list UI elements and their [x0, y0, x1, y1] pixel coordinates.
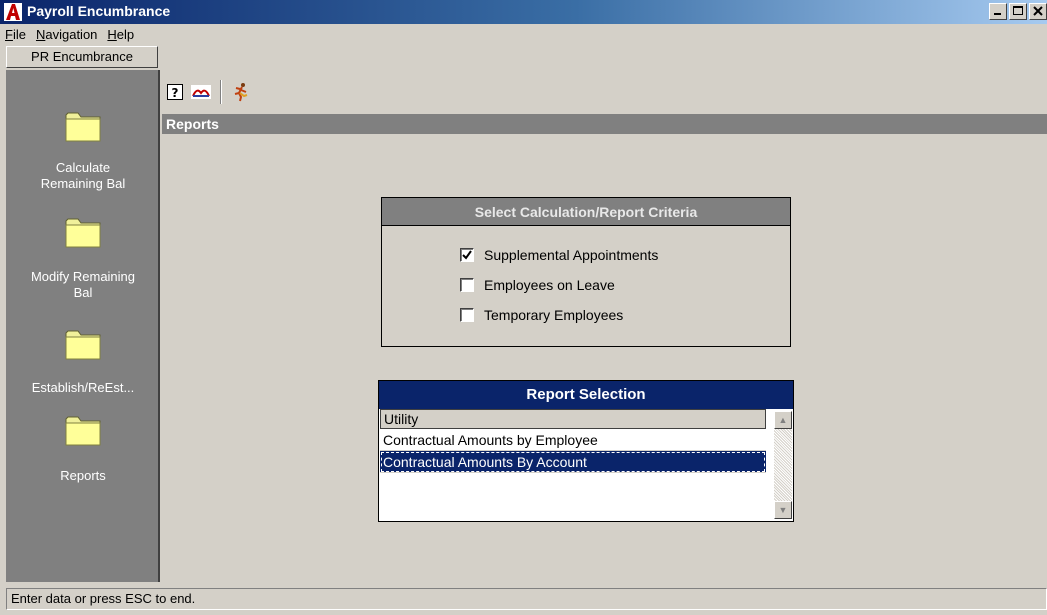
- menu-navigation[interactable]: Navigation: [31, 27, 102, 42]
- sidebar-item-label: Reports: [60, 468, 106, 483]
- window-controls: [989, 3, 1047, 20]
- checkmark-icon: [462, 250, 472, 260]
- menu-bar: File Navigation Help: [0, 24, 1047, 44]
- app-logo-icon: [4, 3, 22, 21]
- menu-navigation-label: Navigation: [35, 26, 98, 42]
- list-item-selected[interactable]: Contractual Amounts By Account: [380, 451, 766, 473]
- column-header-utility[interactable]: Utility: [380, 409, 766, 429]
- menu-file-label: File: [5, 26, 26, 42]
- exit-runner-icon[interactable]: [230, 81, 252, 103]
- folder-icon: [65, 330, 101, 360]
- maximize-icon[interactable]: [1009, 3, 1027, 20]
- scroll-down-icon[interactable]: ▼: [774, 501, 792, 519]
- menu-help[interactable]: Help: [102, 27, 139, 42]
- report-selection-title: Report Selection: [379, 381, 793, 409]
- list-item[interactable]: Contractual Amounts by Employee: [380, 429, 766, 451]
- checkbox-employees-on-leave[interactable]: [460, 278, 474, 292]
- window-title: Payroll Encumbrance: [27, 3, 171, 19]
- sidebar-tab-pr-encumbrance[interactable]: PR Encumbrance: [6, 46, 158, 68]
- sidebar-item-label: Modify Remaining Bal: [30, 269, 136, 300]
- option-supplemental-appointments[interactable]: Supplemental Appointments: [460, 247, 658, 263]
- minimize-icon[interactable]: [989, 3, 1007, 20]
- sidebar-panel: Calculate Remaining Bal Modify Remaining B…: [6, 70, 160, 582]
- toolbar-separator: [220, 80, 222, 104]
- vertical-scrollbar[interactable]: ▲ ▼: [774, 411, 792, 519]
- menu-accelerator: F: [5, 26, 13, 42]
- folder-icon: [65, 416, 101, 446]
- gables-logo-icon[interactable]: [190, 81, 212, 103]
- menu-help-label: Help: [107, 26, 135, 42]
- menu-file[interactable]: File: [0, 27, 31, 42]
- menu-accelerator: N: [35, 26, 46, 42]
- option-label: Employees on Leave: [484, 277, 615, 293]
- help-icon[interactable]: ?: [164, 81, 186, 103]
- folder-icon: [65, 112, 101, 142]
- close-icon[interactable]: [1029, 3, 1047, 20]
- scroll-up-icon[interactable]: ▲: [774, 411, 792, 429]
- option-temporary-employees[interactable]: Temporary Employees: [460, 307, 623, 323]
- status-bar: Enter data or press ESC to end.: [6, 588, 1047, 610]
- sidebar-item-label: Establish/ReEst...: [31, 380, 135, 395]
- option-employees-on-leave[interactable]: Employees on Leave: [460, 277, 615, 293]
- criteria-title: Select Calculation/Report Criteria: [382, 198, 790, 226]
- svg-text:?: ?: [172, 86, 179, 100]
- folder-icon: [65, 218, 101, 248]
- section-title: Reports: [162, 114, 1047, 134]
- toolbar: ?: [164, 72, 252, 112]
- option-label: Supplemental Appointments: [484, 247, 659, 263]
- title-bar[interactable]: Payroll Encumbrance: [0, 0, 1047, 24]
- report-list[interactable]: Utility Contractual Amounts by Employee …: [380, 409, 766, 519]
- checkbox-temporary-employees[interactable]: [460, 308, 474, 322]
- menu-accelerator: H: [107, 26, 117, 42]
- criteria-group: Select Calculation/Report Criteria Suppl…: [381, 197, 791, 347]
- option-label: Temporary Employees: [484, 307, 624, 323]
- checkbox-supplemental[interactable]: [460, 248, 474, 262]
- report-selection-panel: Report Selection Utility Contractual Amo…: [378, 380, 794, 522]
- sidebar-item-label: Calculate Remaining Bal: [40, 160, 126, 191]
